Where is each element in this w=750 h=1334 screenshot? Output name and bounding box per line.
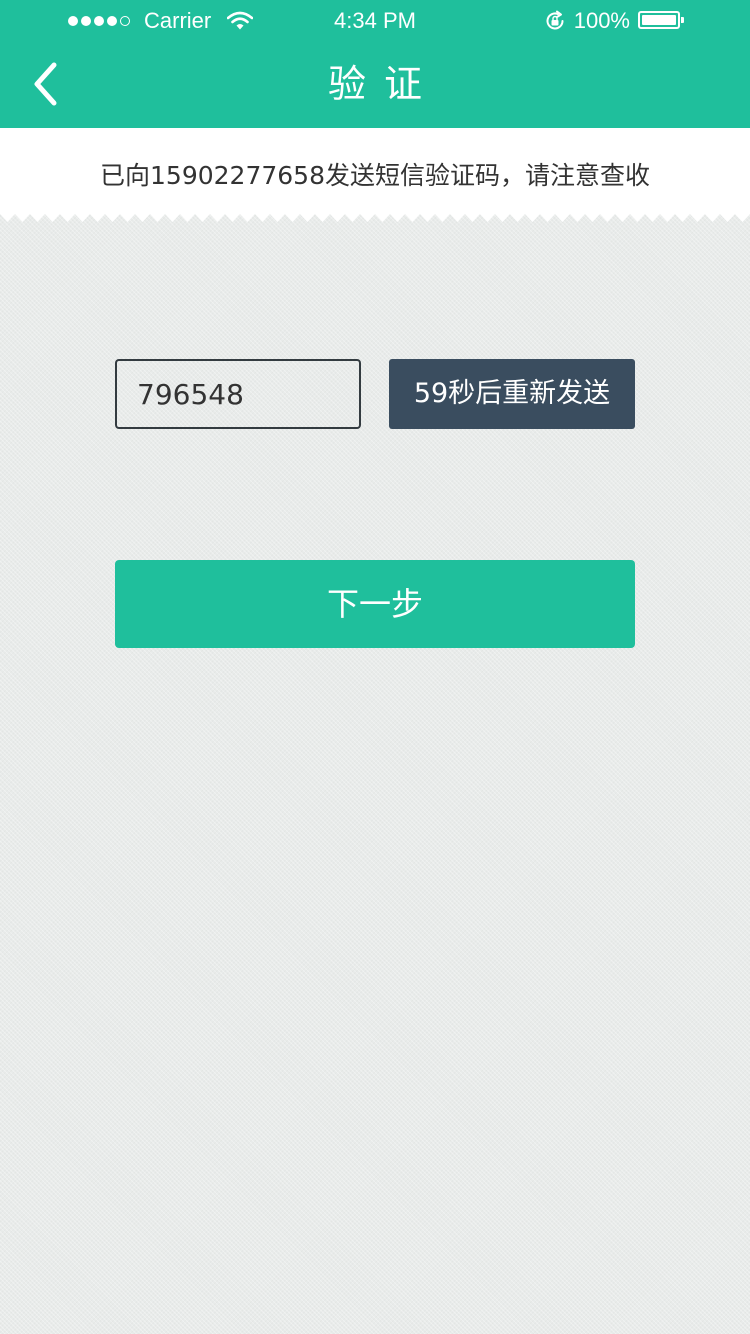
battery-fill xyxy=(642,15,676,25)
battery-percent: 100% xyxy=(573,8,630,33)
battery-tip xyxy=(681,17,684,23)
nav-bar: 验证 xyxy=(0,40,750,128)
status-right: 100% xyxy=(544,7,686,35)
battery-body xyxy=(638,11,680,29)
verification-code-input[interactable] xyxy=(115,359,361,429)
status-bar: Carrier 4:34 PM 100% xyxy=(0,0,750,40)
notice-band: 已向15902277658发送短信验证码，请注意查收 xyxy=(0,128,750,214)
header: Carrier 4:34 PM 100% 验证 xyxy=(0,0,750,128)
sms-notice-text: 已向15902277658发送短信验证码，请注意查收 xyxy=(100,161,650,190)
zigzag-edge xyxy=(0,212,750,222)
next-step-button[interactable]: 下一步 xyxy=(115,560,635,648)
rotation-lock-icon xyxy=(546,10,564,30)
battery-icon xyxy=(638,11,686,31)
page-title: 验证 xyxy=(327,62,440,106)
resend-code-button[interactable]: 59秒后重新发送 xyxy=(389,359,635,429)
